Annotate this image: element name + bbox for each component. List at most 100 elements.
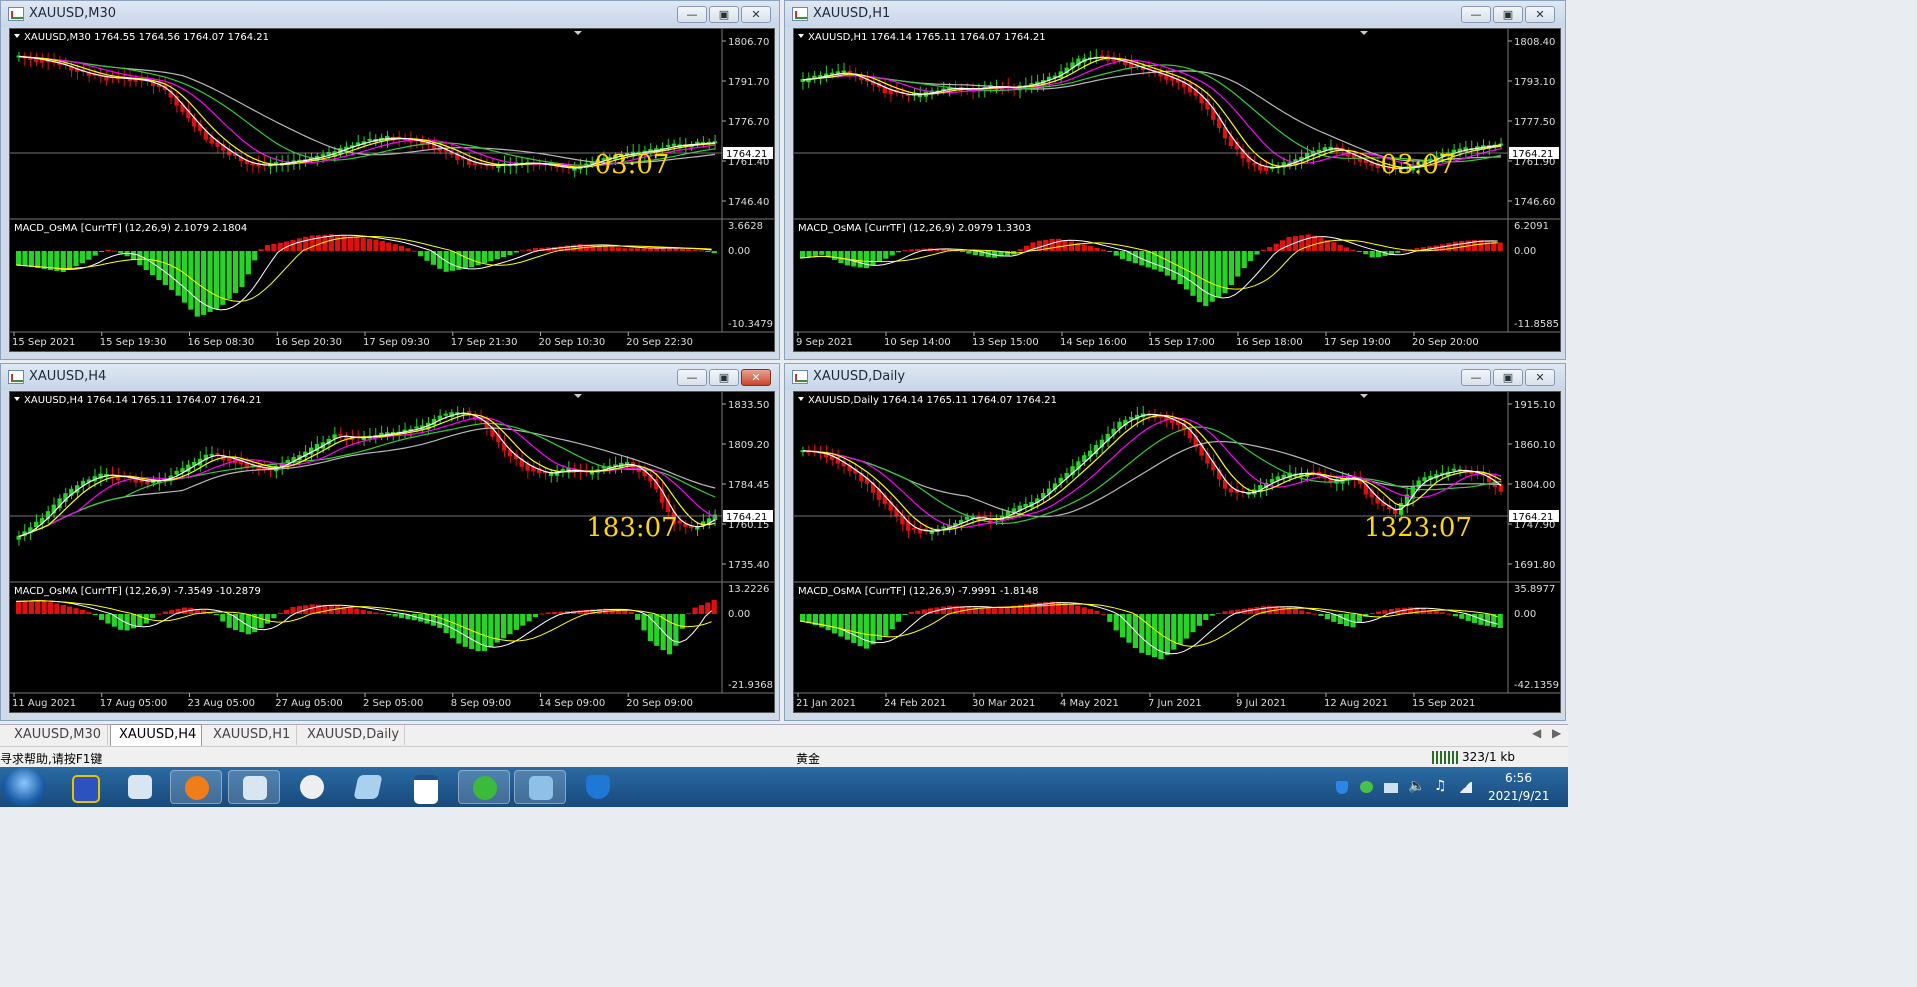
time-tick-label: 20 Sep 10:30: [539, 337, 606, 348]
time-tick-label: 16 Sep 08:30: [188, 337, 255, 348]
maximize-button[interactable]: ▣: [709, 6, 739, 23]
chart-window-m30[interactable]: XAUUSD,M30 — ▣ ✕ 1806.70 1791.70 1776.70 17…: [0, 0, 780, 360]
minimize-button[interactable]: —: [1461, 369, 1491, 386]
candle-body: [1228, 488, 1234, 493]
tab-scroll-right-icon[interactable]: ▶: [1552, 726, 1561, 740]
clock-date[interactable]: 2021/9/21: [1488, 789, 1550, 803]
bar-countdown-timer: 03:07: [595, 150, 670, 180]
maximize-button[interactable]: ▣: [709, 369, 739, 386]
price-chart[interactable]: 1808.401793.101777.501761.901746.601764.…: [794, 29, 1560, 351]
macd-bar: [22, 600, 28, 614]
taskbar-app-9[interactable]: [514, 770, 566, 804]
maximize-button[interactable]: ▣: [1493, 369, 1523, 386]
macd-bar: [1081, 244, 1087, 251]
tab-xauusd-daily[interactable]: XAUUSD,Daily: [299, 725, 405, 745]
macd-bar: [1158, 251, 1164, 272]
window-titlebar[interactable]: XAUUSD,H1 — ▣ ✕: [785, 1, 1565, 27]
taskbar-app-7[interactable]: [400, 770, 452, 804]
candle-body: [174, 470, 179, 475]
tray-speaker-icon[interactable]: 🔈: [1408, 778, 1425, 794]
macd-bar: [520, 614, 526, 626]
tray-volume-icon[interactable]: ♫: [1434, 778, 1447, 794]
macd-bar: [449, 614, 456, 639]
taskbar-app-6[interactable]: [342, 770, 394, 804]
macd-bar: [628, 248, 634, 251]
macd-bar: [864, 614, 870, 649]
taskbar-app-10[interactable]: [572, 770, 624, 804]
taskbar-app-8[interactable]: [458, 770, 510, 804]
macd-bar: [641, 248, 647, 251]
macd-bar: [47, 602, 54, 614]
macd-bar: [1196, 614, 1202, 626]
time-tick-label: 30 Mar 2021: [972, 698, 1035, 709]
chart-area[interactable]: 1806.70 1791.70 1776.70 1761.40 1746.40 1764.…: [9, 28, 775, 352]
macd-bar: [1299, 610, 1305, 614]
tray-network-icon[interactable]: [1384, 783, 1398, 793]
close-button[interactable]: ✕: [1525, 6, 1555, 23]
macd-bar: [1452, 241, 1458, 251]
window-titlebar[interactable]: XAUUSD,H4 — ▣ ✕: [1, 364, 779, 390]
chart-window-icon: [8, 370, 24, 384]
chart-area[interactable]: 1915.10 1860.10 1804.00 1747.90 1691.80 1764.…: [793, 391, 1561, 713]
price-chart[interactable]: 1833.501809.201784.451760.151735.401764.…: [10, 392, 774, 712]
chart-area[interactable]: 1808.40 1793.10 1777.50 1761.90 1746.60 1764.…: [793, 28, 1561, 352]
minimize-button[interactable]: —: [1461, 6, 1491, 23]
tray-signal-icon[interactable]: [1458, 782, 1472, 793]
window-titlebar[interactable]: XAUUSD,Daily — ▣ ✕: [785, 364, 1565, 390]
close-button[interactable]: ✕: [741, 6, 771, 23]
chart-window-h1[interactable]: XAUUSD,H1 — ▣ ✕ 1808.40 1793.10 1777.50 176…: [784, 0, 1566, 360]
macd-bar: [35, 600, 41, 614]
tray-shield-icon[interactable]: [1336, 781, 1348, 794]
tab-scroll-left-icon[interactable]: ◀: [1532, 726, 1541, 740]
candle-body: [911, 527, 917, 530]
macd-bar: [60, 604, 66, 614]
macd-tick-label: -21.9368: [728, 680, 773, 691]
price-chart[interactable]: 1806.701791.701776.701761.401746.401764.…: [10, 29, 774, 351]
time-tick-label: 14 Sep 16:00: [1060, 337, 1127, 348]
macd-bar: [296, 238, 302, 251]
close-button[interactable]: ✕: [1525, 369, 1555, 386]
start-button[interactable]: [2, 768, 46, 806]
price-tick-label: 1691.80: [1514, 560, 1555, 571]
chart-window-h4[interactable]: XAUUSD,H4 — ▣ ✕ 1833.50 1809.20 1784.45 176…: [0, 363, 780, 721]
tab-xauusd-h1[interactable]: XAUUSD,H1: [205, 725, 297, 745]
price-chart[interactable]: 1915.101860.101804.001747.901691.801764.…: [794, 392, 1560, 712]
macd-bar: [1094, 247, 1100, 251]
macd-bar: [1164, 251, 1170, 276]
chart-header: XAUUSD,M30 1764.55 1764.56 1764.07 1764.…: [24, 32, 269, 43]
macd-bar: [806, 251, 812, 257]
chart-area[interactable]: 1833.50 1809.20 1784.45 1760.15 1735.40 1764.…: [9, 391, 775, 713]
tab-xauusd-h4[interactable]: XAUUSD,H4: [110, 724, 202, 746]
close-button[interactable]: ✕: [741, 369, 771, 386]
macd-bar: [462, 251, 468, 269]
chart-window-daily[interactable]: XAUUSD,Daily — ▣ ✕ 1915.10 1860.10 1804.00…: [784, 363, 1566, 721]
macd-histogram: [800, 234, 1503, 306]
macd-bar: [902, 614, 908, 615]
macd-bar: [501, 251, 507, 258]
macd-bar: [1171, 614, 1177, 650]
window-title: XAUUSD,M30: [29, 6, 116, 21]
macd-bar: [73, 251, 79, 267]
taskbar-app-2[interactable]: [114, 770, 166, 804]
macd-bar: [1324, 614, 1330, 620]
windows-taskbar: 🔈 ♫ 6:56 2021/9/21: [0, 767, 1568, 807]
macd-bar: [960, 251, 966, 252]
macd-bar: [437, 614, 443, 628]
macd-bar: [1075, 605, 1081, 614]
maximize-button[interactable]: ▣: [1493, 6, 1523, 23]
time-tick-label: 8 Sep 09:00: [451, 698, 511, 709]
taskbar-app-4[interactable]: [228, 770, 280, 804]
status-help-text: 寻求帮助,请按F1键: [0, 752, 103, 766]
tab-xauusd-m30[interactable]: XAUUSD,M30: [6, 725, 108, 745]
taskbar-app-3[interactable]: [170, 770, 222, 804]
taskbar-app-1[interactable]: [58, 770, 110, 804]
minimize-button[interactable]: —: [677, 369, 707, 386]
clock-time[interactable]: 6:56: [1505, 771, 1532, 785]
minimize-button[interactable]: —: [677, 6, 707, 23]
macd-tick-label: 35.8977: [1514, 584, 1555, 595]
taskbar-app-5[interactable]: [286, 770, 338, 804]
window-titlebar[interactable]: XAUUSD,M30 — ▣ ✕: [1, 1, 779, 27]
macd-bar: [16, 601, 22, 614]
tray-wechat-icon[interactable]: [1360, 781, 1373, 793]
macd-bar: [1292, 608, 1298, 614]
